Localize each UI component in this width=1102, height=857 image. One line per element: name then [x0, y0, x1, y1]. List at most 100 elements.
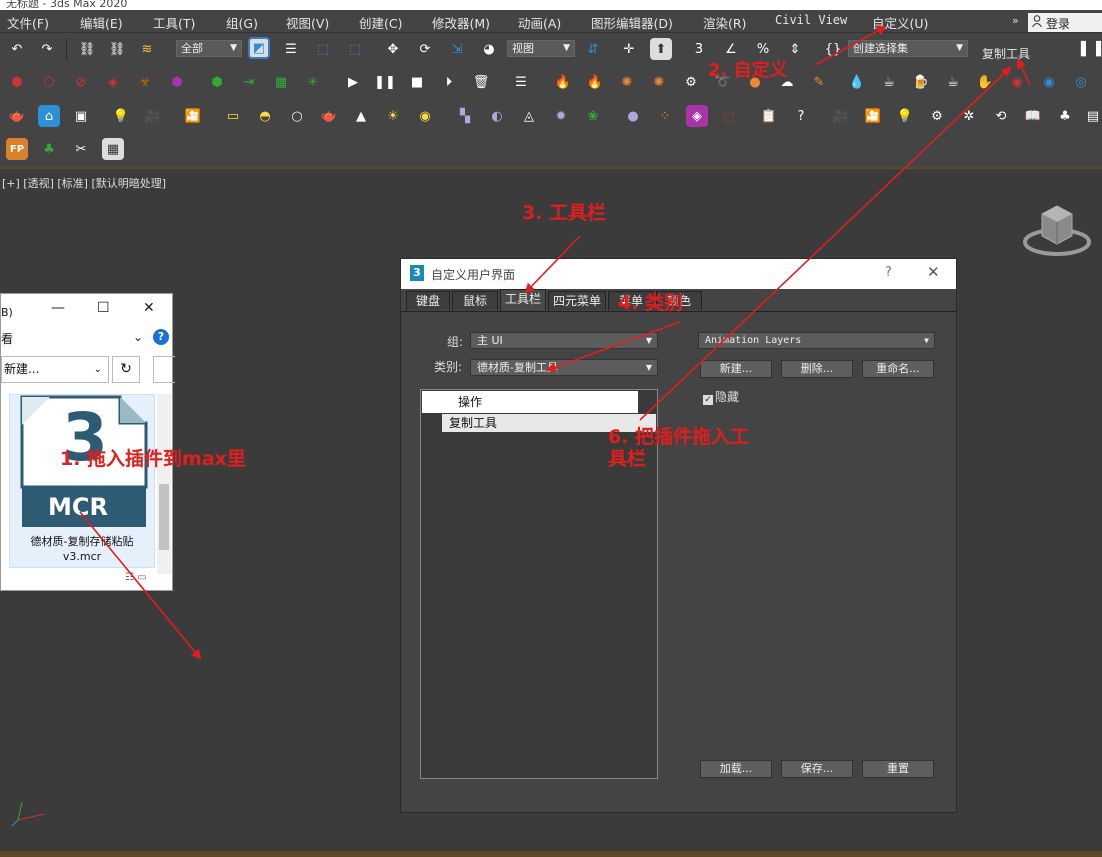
- snaps-toggle-icon[interactable]: 3: [688, 38, 710, 60]
- reset-button[interactable]: 重置: [862, 760, 934, 778]
- minimize-icon[interactable]: —: [51, 300, 65, 316]
- light-bulb-icon[interactable]: 💡: [110, 105, 132, 127]
- menu-animation[interactable]: 动画(A): [518, 13, 561, 32]
- tab-quads[interactable]: 四元菜单: [548, 291, 606, 310]
- hide-checkbox[interactable]: ✓ 隐藏: [703, 388, 739, 405]
- placement-icon[interactable]: ◕: [478, 38, 500, 60]
- vray-sphere-icon[interactable]: ◐: [486, 105, 508, 127]
- material-ball-icon[interactable]: ●: [622, 105, 644, 127]
- water-drops-icon[interactable]: 💧: [846, 71, 868, 93]
- coffee-icon[interactable]: ☕: [942, 71, 964, 93]
- refresh-box-icon[interactable]: ⟲: [990, 105, 1012, 127]
- redo-icon[interactable]: ↷: [36, 38, 58, 60]
- explorer-scrollbar[interactable]: [157, 394, 171, 574]
- sphere-light-icon[interactable]: ○: [286, 105, 308, 127]
- rect-light-icon[interactable]: ▭: [222, 105, 244, 127]
- rotate-icon[interactable]: ⟳: [414, 38, 436, 60]
- menu-modifiers[interactable]: 修改器(M): [432, 13, 490, 32]
- rename-toolbar-button[interactable]: 重命名...: [862, 360, 934, 378]
- viewcube-icon[interactable]: [1022, 200, 1092, 262]
- burst-icon[interactable]: ✳: [302, 71, 324, 93]
- spreadsheet-icon[interactable]: ▦: [102, 138, 124, 160]
- brush-icon[interactable]: ✎: [808, 71, 830, 93]
- gear-3-icon[interactable]: ✲: [958, 105, 980, 127]
- dialog-close-icon[interactable]: ✕: [927, 263, 940, 281]
- cup-icon[interactable]: ☕: [878, 71, 900, 93]
- gear-sparkle-icon[interactable]: ⚙: [680, 71, 702, 93]
- save-button[interactable]: 保存...: [781, 760, 853, 778]
- stop-icon[interactable]: ■: [406, 71, 428, 93]
- book-icon[interactable]: 📖: [1022, 105, 1044, 127]
- biohazard-icon[interactable]: ☣: [134, 71, 156, 93]
- camera-target-icon[interactable]: 🎦: [182, 105, 204, 127]
- beer-icon[interactable]: 🍺: [910, 71, 932, 93]
- close-icon[interactable]: ✕: [143, 300, 155, 316]
- chevron-down-icon[interactable]: ⌄: [133, 330, 143, 344]
- camera-icon[interactable]: 🎥: [142, 105, 164, 127]
- select-manipulate-icon[interactable]: ✛: [618, 38, 640, 60]
- new-toolbar-button[interactable]: 新建...: [700, 360, 772, 378]
- pause-icon[interactable]: ❚❚: [374, 71, 396, 93]
- select-by-name-icon[interactable]: ☰: [280, 38, 302, 60]
- menu-graph-editors[interactable]: 图形编辑器(D): [591, 13, 673, 32]
- selection-filter-select[interactable]: 全部 ▼: [176, 40, 242, 57]
- camera-3-icon[interactable]: 🎦: [862, 105, 884, 127]
- reference-coord-select[interactable]: 视图 ▼: [507, 40, 575, 57]
- pivot-center-icon[interactable]: ⇵: [582, 38, 604, 60]
- load-button[interactable]: 加载...: [700, 760, 772, 778]
- keyboard-shortcut-override-icon[interactable]: ⬆: [650, 38, 672, 60]
- teapot-icon[interactable]: 🫖: [6, 105, 28, 127]
- tree-green-icon[interactable]: ♣: [38, 138, 60, 160]
- new-item-button[interactable]: 新建... ⌄: [1, 356, 109, 383]
- vray-fur-icon[interactable]: ▚: [454, 105, 476, 127]
- tab-keyboard[interactable]: 键盘: [406, 291, 450, 310]
- skylight-icon[interactable]: ⌂: [38, 105, 60, 127]
- menu-edit[interactable]: 编辑(E): [80, 13, 123, 32]
- play-circle-icon[interactable]: ⏵: [438, 71, 460, 93]
- toolbar-select[interactable]: Animation Layers ▼: [698, 332, 935, 349]
- play-icon[interactable]: ▶: [342, 71, 364, 93]
- scale-icon[interactable]: ⇲: [446, 38, 468, 60]
- viewport-label[interactable]: [+] [透视] [标准] [默认明暗处理]: [2, 175, 166, 191]
- trash-icon[interactable]: 🗑: [470, 71, 492, 93]
- rect-selection-icon[interactable]: ⬚: [312, 38, 334, 60]
- dialog-help-button[interactable]: ?: [885, 265, 892, 280]
- menu-customize[interactable]: 自定义(U): [872, 13, 928, 32]
- cube-outline-icon[interactable]: ⬡: [38, 71, 60, 93]
- drop-icon[interactable]: ◈: [102, 71, 124, 93]
- menu-tools[interactable]: 工具(T): [153, 13, 195, 32]
- vray-mesh-icon[interactable]: ◬: [518, 105, 540, 127]
- bulb-cyan-icon[interactable]: 💡: [894, 105, 916, 127]
- menu-view[interactable]: 视图(V): [286, 13, 329, 32]
- link-icon[interactable]: ⛓: [76, 38, 98, 60]
- delete-toolbar-button[interactable]: 删除...: [781, 360, 853, 378]
- unlink-icon[interactable]: ⛓: [106, 38, 128, 60]
- purple-cube-icon[interactable]: ◈: [686, 105, 708, 127]
- scrollbar-thumb[interactable]: [159, 484, 169, 550]
- vray-grass-icon[interactable]: ❀: [582, 105, 604, 127]
- select-object-icon[interactable]: ◩: [248, 37, 270, 59]
- named-selection-select[interactable]: 创建选择集 ▼: [848, 40, 968, 57]
- color-dots-icon[interactable]: ⁘: [654, 105, 676, 127]
- tab-toolbars[interactable]: 工具栏: [500, 289, 546, 310]
- cone-icon[interactable]: ▲: [350, 105, 372, 127]
- tab-mouse[interactable]: 鼠标: [452, 291, 498, 310]
- fire-2-icon[interactable]: 🔥: [584, 71, 606, 93]
- picture-frame-icon[interactable]: ▣: [70, 105, 92, 127]
- grid-icon[interactable]: ▦: [270, 71, 292, 93]
- sun-icon[interactable]: ☀: [382, 105, 404, 127]
- undo-icon[interactable]: ↶: [6, 38, 28, 60]
- menu-create[interactable]: 创建(C): [359, 13, 402, 32]
- refresh-icon[interactable]: ↻: [112, 356, 140, 383]
- maximize-icon[interactable]: ☐: [97, 300, 110, 316]
- gear-2-icon[interactable]: ⚙: [926, 105, 948, 127]
- menu-rendering[interactable]: 渲染(R): [703, 13, 746, 32]
- camera-2-icon[interactable]: 🎥: [830, 105, 852, 127]
- blue-ring-icon[interactable]: ◎: [1070, 71, 1092, 93]
- clipboard-icon[interactable]: 📋: [758, 105, 780, 127]
- tree-icon[interactable]: ♣: [1054, 105, 1076, 127]
- forest-pack-icon[interactable]: FP: [6, 138, 28, 160]
- category-select[interactable]: 德材质-复制工具 ▼: [470, 359, 658, 376]
- blue-badge-icon[interactable]: ◉: [1038, 71, 1060, 93]
- view-toggle-icons[interactable]: ☷ ▭: [125, 572, 147, 583]
